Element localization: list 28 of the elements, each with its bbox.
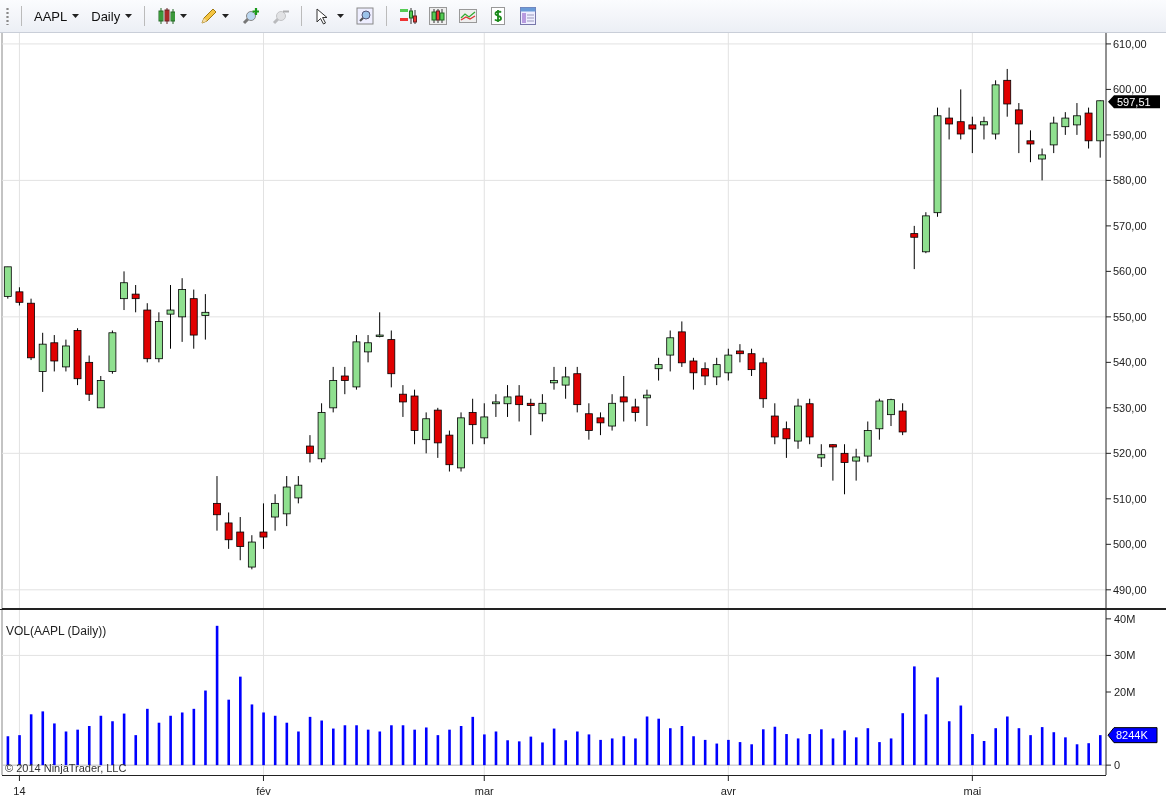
axis-label: mar [474, 785, 494, 797]
axis-label: 530,00 [1113, 401, 1147, 414]
axis-label: 14 [13, 785, 26, 797]
copyright-text: © 2014 NinjaTrader, LLC [5, 762, 127, 774]
axis-label: 490,00 [1113, 583, 1147, 596]
axis-label: 570,00 [1113, 219, 1147, 232]
pane-title: VOL(AAPL (Daily)) [6, 624, 107, 638]
axis-label: fév [256, 785, 271, 797]
axis-label: 600,00 [1113, 83, 1147, 96]
axis-label: 610,00 [1113, 37, 1147, 50]
axis-label: 590,00 [1113, 128, 1147, 141]
axis-label: mai [963, 785, 982, 797]
axis-label: 40M [1114, 612, 1136, 625]
axis-label: 20M [1114, 686, 1136, 698]
axis-label: avr [720, 785, 736, 797]
axis-label: 500,00 [1113, 538, 1147, 551]
axis-label: 550,00 [1113, 310, 1147, 323]
axis-label: 0 [1114, 759, 1121, 772]
interval-button[interactable]: Daily [87, 4, 137, 28]
axis-label: 520,00 [1113, 447, 1147, 460]
axis-label: 540,00 [1113, 356, 1147, 369]
axis-label: 510,00 [1113, 492, 1147, 505]
volume-tag: 8244K [1107, 727, 1158, 744]
price-tag: 597,51 [1108, 95, 1160, 109]
instrument-button[interactable]: AAPL [30, 4, 84, 28]
axis-label: 580,00 [1113, 174, 1147, 187]
axis-label: 560,00 [1113, 265, 1147, 278]
axis-label: 30M [1114, 649, 1136, 662]
